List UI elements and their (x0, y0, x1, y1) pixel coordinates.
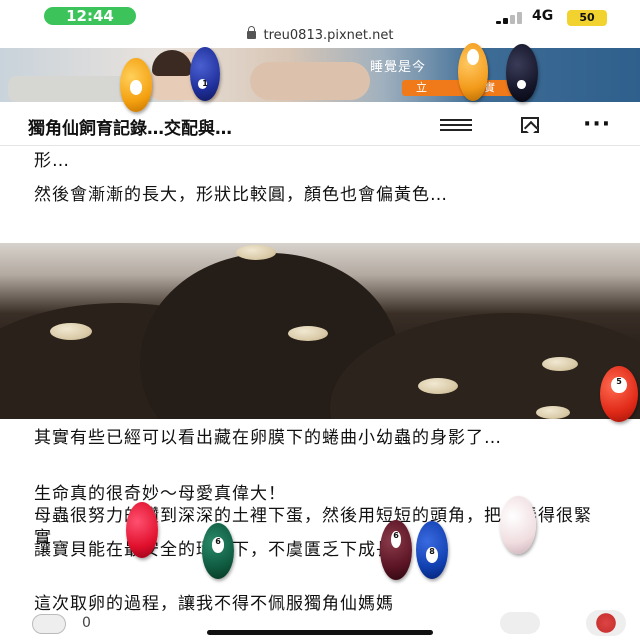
billiard-ball (506, 44, 538, 102)
ad-image-sleeper (250, 62, 370, 100)
billiard-ball: 1 (190, 47, 220, 101)
reaction-icon[interactable] (32, 614, 66, 634)
lock-icon (246, 26, 256, 39)
billiard-ball (126, 502, 158, 558)
avatar[interactable] (586, 610, 626, 636)
article-header: 獨角仙飼育記錄…交配與… ··· (0, 102, 640, 146)
billiard-ball (500, 496, 536, 554)
billiard-ball: 8 (416, 521, 448, 579)
beetle-egg (288, 326, 328, 341)
ad-banner[interactable]: 睡覺是今 立 實 (0, 48, 640, 102)
ad-cta-label-left: 立 (416, 81, 427, 94)
beetle-egg (50, 323, 92, 340)
battery-icon: 50 (567, 10, 607, 26)
article-paragraph: 形… (34, 151, 70, 171)
beetle-egg (236, 245, 276, 260)
billiard-ball: 5 (600, 366, 638, 422)
article-paragraph: 然後會漸漸的長大，形狀比較圓，顏色也會偏黃色… (34, 185, 448, 205)
beetle-egg (418, 378, 458, 394)
clock: 12:44 (44, 7, 136, 25)
url-text: treu0813.pixnet.net (263, 28, 394, 43)
billiard-ball (458, 43, 488, 101)
billiard-ball (120, 58, 152, 112)
status-bar: 12:44 4G 50 (0, 0, 640, 30)
article-title: 獨角仙飼育記錄…交配與… (28, 119, 232, 139)
reaction-count: 0 (82, 615, 91, 631)
billiard-ball: 6 (380, 520, 412, 580)
network-type: 4G (532, 8, 554, 24)
article-paragraph: 其實有些已經可以看出藏在卵膜下的蜷曲小幼蟲的身影了… (34, 428, 502, 448)
url-bar[interactable]: treu0813.pixnet.net (0, 26, 640, 48)
signal-icon (496, 10, 524, 24)
home-indicator (207, 630, 433, 635)
bookmark-icon[interactable] (521, 117, 539, 133)
menu-icon[interactable] (440, 119, 472, 131)
bottom-toolbar: 0 (0, 604, 640, 640)
billiard-ball: 6 (202, 523, 234, 579)
ad-headline: 睡覺是今 (370, 60, 427, 75)
beetle-egg (536, 406, 570, 419)
pin-icon[interactable] (500, 612, 540, 634)
more-icon[interactable]: ··· (583, 114, 611, 136)
beetle-egg (542, 357, 578, 371)
eggs-in-soil-photo (0, 243, 640, 419)
